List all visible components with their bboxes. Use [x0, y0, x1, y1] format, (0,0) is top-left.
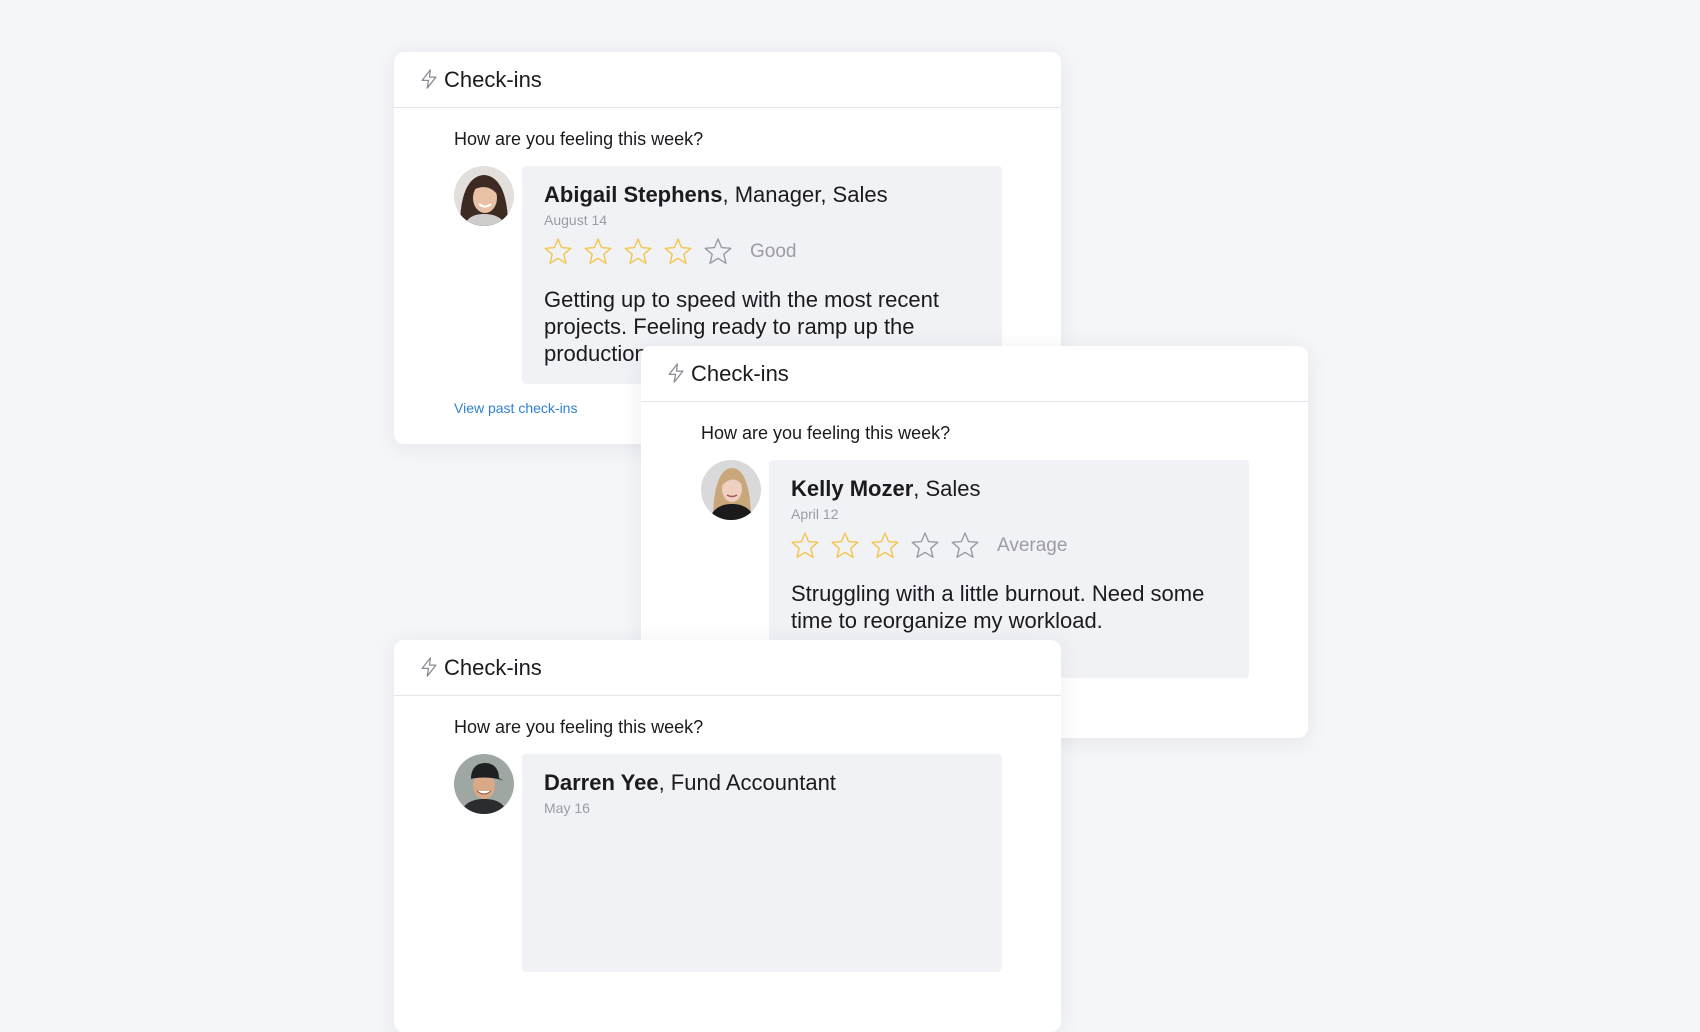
- woman-blonde-avatar-image: [701, 460, 761, 520]
- checkin-date: April 12: [791, 506, 839, 522]
- star-filled-icon: [791, 532, 819, 558]
- person-name-line: Abigail Stephens, Manager, Sales: [544, 182, 888, 208]
- person-name-line: Darren Yee, Fund Accountant: [544, 770, 836, 796]
- person-name-line: Kelly Mozer, Sales: [791, 476, 981, 502]
- star-empty-icon: [911, 532, 939, 558]
- star-filled-icon: [544, 238, 572, 264]
- view-past-checkins-link[interactable]: View past check-ins: [454, 400, 577, 416]
- card-header: Check-ins: [641, 346, 1308, 402]
- star-filled-icon: [831, 532, 859, 558]
- star-filled-icon: [871, 532, 899, 558]
- checkin-response: Darren Yee, Fund Accountant May 16: [522, 754, 1002, 972]
- checkin-question: How are you feeling this week?: [454, 129, 704, 149]
- card-header: Check-ins: [394, 640, 1061, 696]
- card-title: Check-ins: [691, 360, 789, 386]
- lightning-bolt-icon: [668, 362, 684, 383]
- star-filled-icon: [584, 238, 612, 264]
- checkin-response-text: Struggling with a little burnout. Need s…: [791, 581, 1205, 633]
- person-name: Kelly Mozer: [791, 476, 914, 501]
- avatar: [701, 460, 761, 520]
- man-cap-avatar-image: [454, 754, 514, 814]
- avatar: [454, 754, 514, 814]
- lightning-bolt-icon: [421, 68, 437, 89]
- woman-smiling-avatar-image: [454, 166, 514, 226]
- checkin-date: August 14: [544, 212, 608, 228]
- rating-label: Good: [750, 241, 797, 262]
- person-role: , Manager, Sales: [722, 182, 888, 207]
- rating-label: Average: [997, 535, 1068, 556]
- star-filled-icon: [624, 238, 652, 264]
- checkin-question: How are you feeling this week?: [454, 717, 704, 737]
- card-title: Check-ins: [444, 66, 542, 92]
- avatar: [454, 166, 514, 226]
- lightning-bolt-icon: [421, 656, 437, 677]
- person-name: Darren Yee: [544, 770, 659, 795]
- card-header: Check-ins: [394, 52, 1061, 108]
- checkin-date: May 16: [544, 800, 590, 816]
- star-rating: Good: [542, 236, 796, 268]
- card-title: Check-ins: [444, 654, 542, 680]
- star-empty-icon: [704, 238, 732, 264]
- checkin-card-darren: Check-ins How are you feeling this week?…: [394, 640, 1061, 1032]
- star-rating: Average: [789, 530, 1067, 562]
- person-role: , Fund Accountant: [658, 770, 836, 795]
- checkin-question: How are you feeling this week?: [701, 423, 951, 443]
- person-role: , Sales: [913, 476, 981, 501]
- star-empty-icon: [951, 532, 979, 558]
- person-name: Abigail Stephens: [544, 182, 723, 207]
- star-filled-icon: [664, 238, 692, 264]
